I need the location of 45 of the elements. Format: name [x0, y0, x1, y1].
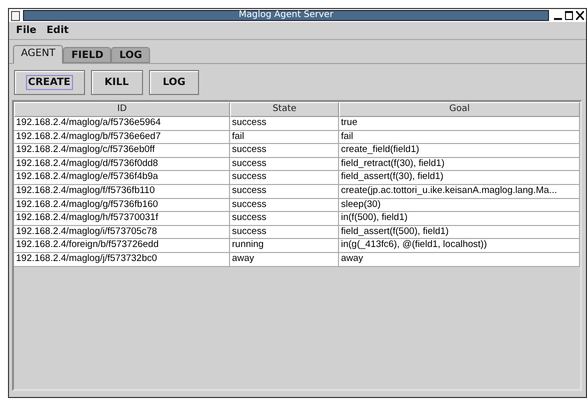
table-cell: success — [230, 212, 339, 226]
tab[interactable]: LOG — [111, 47, 150, 63]
column-header[interactable]: ID — [14, 102, 230, 117]
table-cell: 192.168.2.4/maglog/g/f5736fb160 — [14, 198, 230, 212]
table-cell: 192.168.2.4/maglog/e/f5736f4b9a — [14, 171, 230, 185]
table-cell: 192.168.2.4/maglog/b/f5736e6ed7 — [14, 130, 230, 144]
table-cell: fail — [339, 130, 580, 144]
table-cell: field_assert(f(30), field1) — [339, 171, 580, 185]
window-title: Maglog Agent Server — [23, 10, 549, 21]
table-cell: success — [230, 198, 339, 212]
table-cell: 192.168.2.4/maglog/f/f5736fb110 — [14, 184, 230, 199]
table-cell: 192.168.2.4/maglog/a/f5736e5964 — [14, 117, 230, 131]
table-cell: success — [230, 171, 339, 185]
table-cell: success — [230, 226, 339, 240]
table-cell: 192.168.2.4/maglog/d/f5736f0dd8 — [14, 158, 230, 172]
table-cell: 192.168.2.4/maglog/i/f573705c78 — [14, 226, 230, 240]
table-cell: away — [339, 252, 580, 267]
table-cell: success — [230, 144, 339, 158]
menu-item[interactable]: File — [11, 25, 42, 36]
table-cell: 192.168.2.4/maglog/h/f57370031f — [14, 212, 230, 226]
table-cell: field_assert(f(500), field1) — [339, 226, 580, 240]
table-cell: success — [230, 158, 339, 172]
column-header[interactable]: State — [230, 102, 339, 117]
table-cell: sleep(30) — [339, 198, 580, 212]
table-cell: running — [230, 239, 339, 253]
table-cell: true — [339, 117, 580, 131]
table-cell: 192.168.2.4/maglog/j/f573732bc0 — [14, 252, 230, 267]
table-cell: success — [230, 117, 339, 131]
tab[interactable]: FIELD — [63, 47, 112, 63]
table-cell: success — [230, 184, 339, 199]
table-cell: create(jp.ac.tottori_u.ike.keisanA.maglog.lang.Ma... — [339, 184, 580, 199]
table-cell: fail — [230, 130, 339, 144]
menu-item[interactable]: Edit — [41, 25, 74, 36]
table-cell: 192.168.2.4/foreign/b/f573726edd — [14, 239, 230, 253]
toolbar-button[interactable]: KILL — [90, 70, 143, 95]
tab[interactable]: AGENT — [13, 45, 64, 64]
table-cell: away — [230, 252, 339, 267]
table-cell: create_field(field1) — [339, 144, 580, 158]
toolbar-button[interactable]: LOG — [148, 70, 200, 95]
column-header[interactable]: Goal — [339, 102, 580, 117]
table-cell: field_retract(f(30), field1) — [339, 158, 580, 172]
table-cell: in(g(_413fc6), @(field1, localhost)) — [339, 239, 580, 253]
table-cell: in(f(500), field1) — [339, 212, 580, 226]
table-cell: 192.168.2.4/maglog/c/f5736eb0ff — [14, 144, 230, 158]
toolbar-button[interactable]: CREATE — [14, 70, 84, 95]
